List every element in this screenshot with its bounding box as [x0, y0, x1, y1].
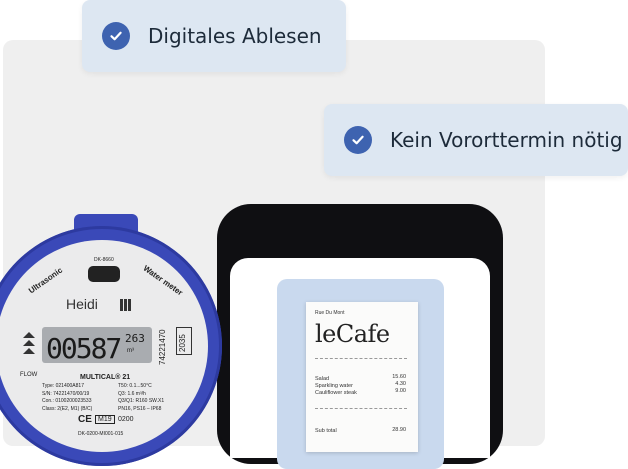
- receipt-subtotal-value: 28.90: [392, 427, 406, 433]
- spec-line: PN16, PS16 – IP68: [118, 405, 162, 412]
- receipt-item-name: Salad: [315, 376, 330, 382]
- meter-bottom-code: DK-0200-MI001-015: [78, 431, 124, 437]
- badge-label: Digitales Ablesen: [148, 24, 322, 48]
- meter-top-code: DK-8660: [94, 257, 114, 263]
- receipt: Rue Du Mont leCafe Salad 15.60 Sparkling…: [306, 302, 418, 452]
- feature-badge-digital-reading: Digitales Ablesen: [82, 0, 346, 72]
- meter-serial-vertical: 74221470: [158, 329, 167, 365]
- m19-mark: M19: [95, 415, 115, 424]
- meter-specs-right: T50: 0.1...50°C Q3: 1.6 m³/h Q3/Q1: R160…: [118, 383, 164, 413]
- meter-specs-left: Type: 021400A817 S/N: 74221470/00/19 Con…: [42, 383, 92, 413]
- receipt-subtotal-label: Sub total: [315, 428, 337, 434]
- meter-reading: 00587: [46, 332, 122, 365]
- receipt-item-name: Sparkling water: [315, 383, 353, 389]
- feature-badge-no-appointment: Kein Vororttermin nötig: [324, 104, 628, 176]
- meter-reading-decimals: 263: [125, 332, 145, 345]
- spec-line: Q3: 1.6 m³/h: [118, 390, 146, 397]
- check-circle-icon: [102, 22, 130, 50]
- badge-label: Kein Vororttermin nötig: [390, 128, 623, 152]
- m19-number: 0200: [118, 416, 134, 423]
- spec-line: Q3/Q1: R160 SW.X1: [118, 398, 165, 404]
- spec-line: Con.: 0100200023533: [42, 398, 92, 404]
- meter-box-number: 2035: [178, 334, 187, 352]
- receipt-divider: [315, 358, 407, 359]
- spec-line: Class: 2(E2, M1) (B/C): [42, 405, 93, 412]
- spec-line: T50: 0.1...50°C: [118, 383, 152, 389]
- meter-model: MULTICAL® 21: [80, 374, 131, 381]
- receipt-item-price: 9.00: [395, 388, 406, 394]
- receipt-item-price: 15.60: [392, 374, 406, 380]
- receipt-item-name: Cauliflower steak: [315, 390, 357, 396]
- check-circle-icon: [344, 126, 372, 154]
- spec-line: Type: 021400A817: [42, 383, 84, 389]
- meter-unit: m³: [127, 348, 134, 354]
- receipt-divider: [315, 408, 407, 409]
- receipt-brand: leCafe: [315, 320, 390, 348]
- meter-optical-port: [88, 266, 120, 282]
- receipt-street: Rue Du Mont: [315, 310, 345, 316]
- spec-line: S/N: 74221470/00/19: [42, 390, 90, 397]
- receipt-item-price: 4.30: [395, 381, 406, 387]
- meter-logo-icon: [120, 298, 132, 311]
- flow-label: FLOW: [20, 372, 38, 378]
- meter-brand: Heidi: [66, 296, 98, 312]
- flow-arrows-icon: [22, 330, 36, 370]
- ce-mark: CE: [78, 414, 92, 425]
